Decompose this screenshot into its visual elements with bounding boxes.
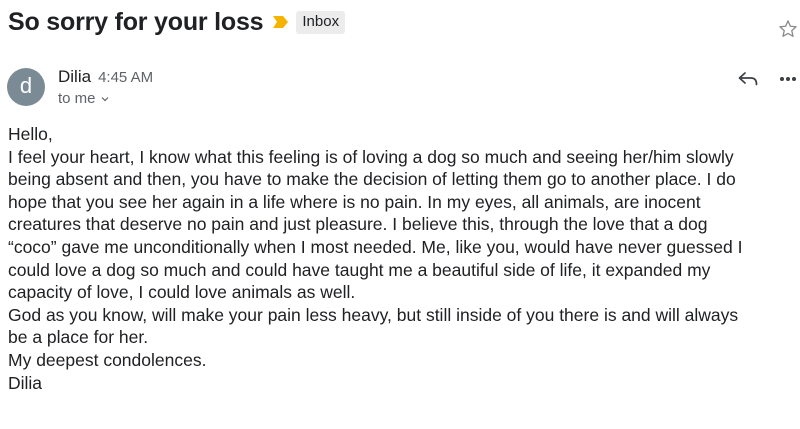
body-line: Hello,	[8, 124, 53, 144]
recipient-label: to me	[58, 90, 96, 107]
more-vertical-icon[interactable]	[778, 73, 798, 85]
body-line: be a place for her.	[8, 327, 149, 348]
sender-name[interactable]: Dilia	[58, 67, 91, 87]
email-body: Hello, I feel your heart, I know what th…	[8, 123, 794, 394]
subject-row: So sorry for your loss Inbox	[8, 6, 346, 38]
reply-icon[interactable]	[737, 70, 759, 88]
chevron-down-icon	[101, 96, 108, 101]
inbox-label-chip[interactable]: Inbox	[296, 10, 346, 34]
body-line: creatures that deserve no pain and just …	[8, 214, 708, 235]
body-line: God as you know, will make your pain les…	[8, 304, 739, 325]
body-line: “coco” gave me unconditionally when I mo…	[8, 236, 743, 257]
body-line: hope that you see her again in a life wh…	[8, 191, 701, 212]
sent-time: 4:45 AM	[98, 69, 154, 86]
importance-marker-icon[interactable]	[273, 16, 289, 28]
star-icon[interactable]	[777, 18, 799, 40]
sender-avatar[interactable]: d	[7, 68, 45, 106]
email-subject: So sorry for your loss	[8, 7, 264, 36]
recipient-details-toggle[interactable]: to me	[58, 90, 109, 107]
body-line: My deepest condolences.	[8, 349, 207, 370]
body-line: Dilia	[8, 372, 43, 393]
body-line: being absent and then, you have to make …	[8, 169, 736, 190]
sender-line: Dilia 4:45 AM	[58, 67, 153, 87]
body-line: I feel your heart, I know what this feel…	[8, 146, 734, 167]
body-line: capacity of love, I could love animals a…	[8, 282, 356, 303]
body-line: could love a dog so much and could have …	[8, 259, 711, 280]
